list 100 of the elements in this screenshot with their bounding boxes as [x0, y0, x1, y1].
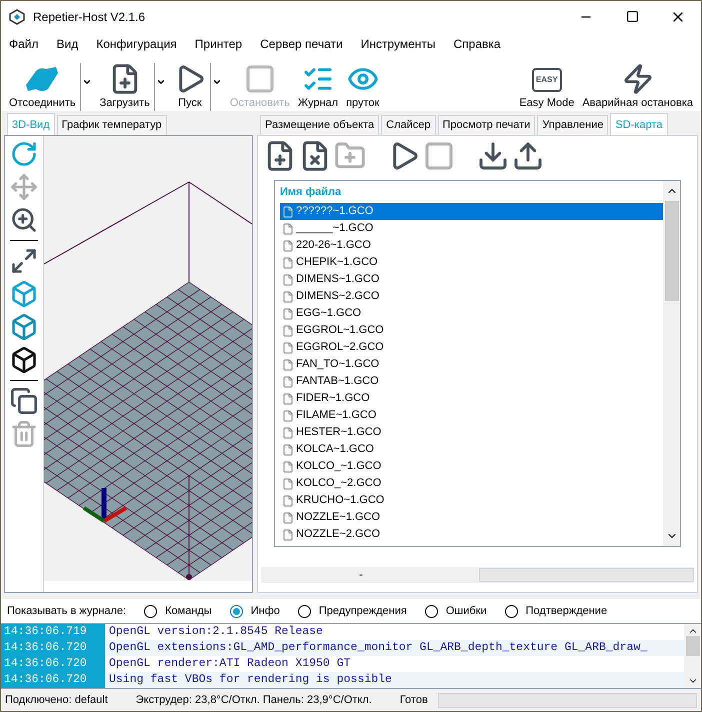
rotate-icon[interactable] [10, 140, 38, 168]
dropdown-caret-icon[interactable] [156, 77, 166, 87]
file-row[interactable]: NOZZLE~2.GCO [280, 526, 663, 543]
file-row[interactable]: NOZZLE~1.GCO [280, 509, 663, 526]
scrollbar-thumb[interactable] [686, 636, 700, 656]
log-time: 14:36:06.719 [1, 624, 105, 640]
upload-icon[interactable] [512, 140, 544, 172]
file-row[interactable]: 220-26~1.GCO [280, 237, 663, 254]
radio-option[interactable]: Инфо [230, 602, 280, 620]
log-message: OpenGL renderer:ATI Radeon X1950 GT [108, 656, 351, 672]
app-logo-icon [9, 8, 25, 24]
menu-item[interactable]: Принтер [194, 35, 242, 53]
toolbar-button[interactable]: пруток [342, 62, 384, 111]
file-icon [282, 376, 294, 388]
file-row[interactable]: EGG~1.GCO [280, 305, 663, 322]
fit-view-icon[interactable] [10, 247, 38, 275]
tab[interactable]: Слайсер [381, 115, 436, 135]
scrollbar[interactable] [663, 181, 680, 546]
radio-option[interactable]: Предупреждения [298, 602, 407, 620]
file-row[interactable]: FANTAB~1.GCO [280, 373, 663, 390]
file-icon [282, 324, 294, 336]
lightning-icon [622, 62, 654, 94]
file-row[interactable]: FIDER~1.GCO [280, 390, 663, 407]
log-time: 14:36:06.720 [1, 656, 105, 672]
cube-icon[interactable] [10, 346, 38, 374]
file-row[interactable]: KOLCO_~1.GCO [280, 458, 663, 475]
file-icon [282, 274, 294, 286]
log-message: OpenGL extensions:GL_AMD_performance_monitor GL_ARB_depth_texture GL_ARB_draw_ [108, 640, 648, 656]
tab[interactable]: Размещение объекта [260, 115, 380, 135]
file-icon [282, 342, 294, 354]
tab[interactable]: Управление [537, 115, 608, 135]
radio-option[interactable]: Команды [144, 602, 212, 620]
file-row[interactable]: ______~1.GCO [280, 220, 663, 237]
download-icon[interactable] [477, 140, 509, 172]
file-icon [282, 494, 294, 506]
temperature-status: Экструдер: 23,8°C/Откл. Панель: 23,9°C/Откл. [136, 692, 372, 708]
radio-icon[interactable] [424, 604, 438, 618]
file-icon [282, 444, 294, 456]
menu-item[interactable]: Справка [454, 35, 501, 53]
radio-option[interactable]: Подтверждение [504, 602, 608, 620]
menu-item[interactable]: Инструменты [360, 35, 436, 53]
file-icon [282, 512, 294, 524]
file-row[interactable]: CHEPIK~1.GCO [280, 254, 663, 271]
radio-icon[interactable] [504, 604, 518, 618]
menu-item[interactable]: Сервер печати [260, 35, 343, 53]
log-filter-label: Показывать в журнале: [7, 604, 126, 619]
toolbar-button[interactable]: Журнал [294, 62, 342, 111]
file-row[interactable]: FAN_TO~1.GCO [280, 356, 663, 373]
tab[interactable]: Просмотр печати [438, 115, 536, 135]
connection-status: Подключено: default [5, 692, 108, 708]
radio-icon[interactable] [144, 604, 158, 618]
tab[interactable]: График температур [56, 115, 167, 135]
file-row[interactable]: KRUCHO~1.GCO [280, 492, 663, 509]
toolbar-button[interactable]: Аварийная остановка [578, 62, 697, 111]
file-icon [282, 392, 294, 404]
scrollbar-thumb[interactable] [664, 201, 678, 301]
toolbar-button[interactable]: EASY Easy Mode [515, 66, 578, 111]
menu-item[interactable]: Вид [56, 35, 78, 53]
file-icon [282, 256, 294, 268]
file-row[interactable]: ??????~1.GCO [280, 203, 663, 220]
file-row[interactable]: HESTER~1.GCO [280, 424, 663, 441]
menu-item[interactable]: Файл [9, 35, 39, 53]
3d-view-drawing[interactable] [44, 136, 252, 581]
window-title: Repetier-Host V2.1.6 [33, 8, 146, 26]
scrollbar[interactable] [684, 624, 701, 688]
sd-status-text: - [358, 568, 364, 583]
log-time: 14:36:06.720 [1, 672, 105, 688]
file-icon [282, 206, 294, 218]
maximize-icon[interactable] [626, 10, 638, 23]
file-row[interactable]: EGGROL~2.GCO [280, 339, 663, 356]
column-header: Имя файла [280, 185, 342, 200]
file-icon [282, 308, 294, 320]
file-icon [282, 222, 294, 234]
ready-status: Готов [400, 692, 429, 708]
file-row[interactable]: KOLCO_~2.GCO [280, 475, 663, 492]
file-icon [282, 478, 294, 490]
file-row[interactable]: EGGROL~1.GCO [280, 322, 663, 339]
file-row[interactable]: KOLCA~1.GCO [280, 441, 663, 458]
dropdown-caret-icon[interactable] [212, 77, 222, 87]
radio-icon[interactable] [230, 604, 243, 618]
file-icon [282, 528, 294, 540]
file-row[interactable]: FILAME~1.GCO [280, 407, 663, 424]
copy-icon[interactable] [10, 387, 38, 415]
stop-icon [244, 62, 276, 94]
zoom-icon[interactable] [10, 206, 38, 234]
log-time: 14:36:06.720 [1, 640, 105, 656]
dropdown-caret-icon[interactable] [82, 77, 92, 87]
toolbar-button[interactable]: Отсоединить [5, 62, 80, 111]
radio-option[interactable]: Ошибки [424, 602, 487, 620]
menu-item[interactable]: Конфигурация [96, 35, 177, 53]
log-message: Using fast VBOs for rendering is possible [108, 672, 392, 688]
file-icon [282, 240, 294, 252]
toolbar-button[interactable]: Пуск [170, 62, 210, 111]
file-icon [282, 426, 294, 438]
radio-icon[interactable] [298, 604, 311, 618]
file-icon [282, 290, 294, 302]
toolbar-button[interactable]: Загрузить [96, 62, 154, 111]
file-row[interactable]: DIMENS~1.GCO [280, 271, 663, 288]
file-icon [282, 460, 294, 472]
file-row[interactable]: DIMENS~2.GCO [280, 288, 663, 305]
